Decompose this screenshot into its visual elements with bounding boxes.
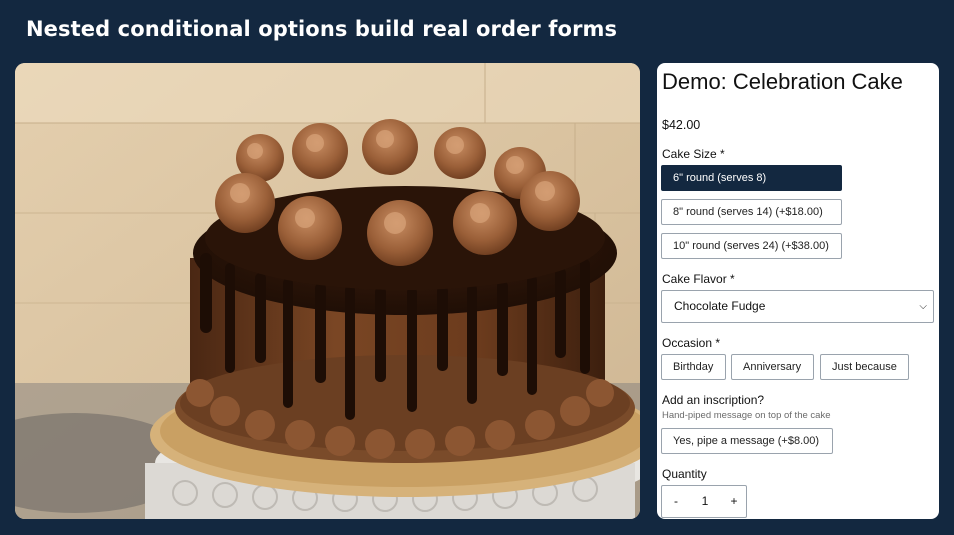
- quantity-decrease-button[interactable]: -: [662, 486, 690, 517]
- size-option-8in[interactable]: 8" round (serves 14) (+$18.00): [661, 199, 842, 225]
- page-headline: Nested conditional options build real or…: [26, 17, 618, 41]
- order-form-panel: Demo: Celebration Cake $42.00 Cake Size …: [657, 63, 939, 519]
- product-photo: [15, 63, 640, 519]
- cake-flavor-select[interactable]: Chocolate Fudge ⌵: [661, 290, 934, 323]
- occasion-option-birthday[interactable]: Birthday: [661, 354, 726, 380]
- cake-flavor-label: Cake Flavor *: [662, 272, 735, 286]
- product-title: Demo: Celebration Cake: [662, 69, 903, 94]
- quantity-label: Quantity: [662, 467, 707, 481]
- occasion-label: Occasion *: [662, 336, 721, 350]
- occasion-option-just-because[interactable]: Just because: [820, 354, 909, 380]
- size-option-6in[interactable]: 6" round (serves 8): [661, 165, 842, 191]
- quantity-stepper: - 1 +: [661, 485, 747, 518]
- chevron-down-icon: ⌵: [919, 301, 927, 312]
- add-inscription-button[interactable]: Yes, pipe a message (+$8.00): [661, 428, 833, 454]
- occasion-option-anniversary[interactable]: Anniversary: [731, 354, 814, 380]
- cake-size-label: Cake Size *: [662, 147, 725, 161]
- quantity-value[interactable]: 1: [690, 486, 720, 517]
- inscription-hint: Hand-piped message on top of the cake: [662, 410, 831, 421]
- cake-flavor-value: Chocolate Fudge: [674, 299, 766, 313]
- inscription-label: Add an inscription?: [662, 393, 765, 407]
- quantity-increase-button[interactable]: +: [720, 486, 748, 517]
- size-option-10in[interactable]: 10" round (serves 24) (+$38.00): [661, 233, 842, 259]
- cake-image: [15, 63, 640, 519]
- product-price: $42.00: [662, 118, 701, 132]
